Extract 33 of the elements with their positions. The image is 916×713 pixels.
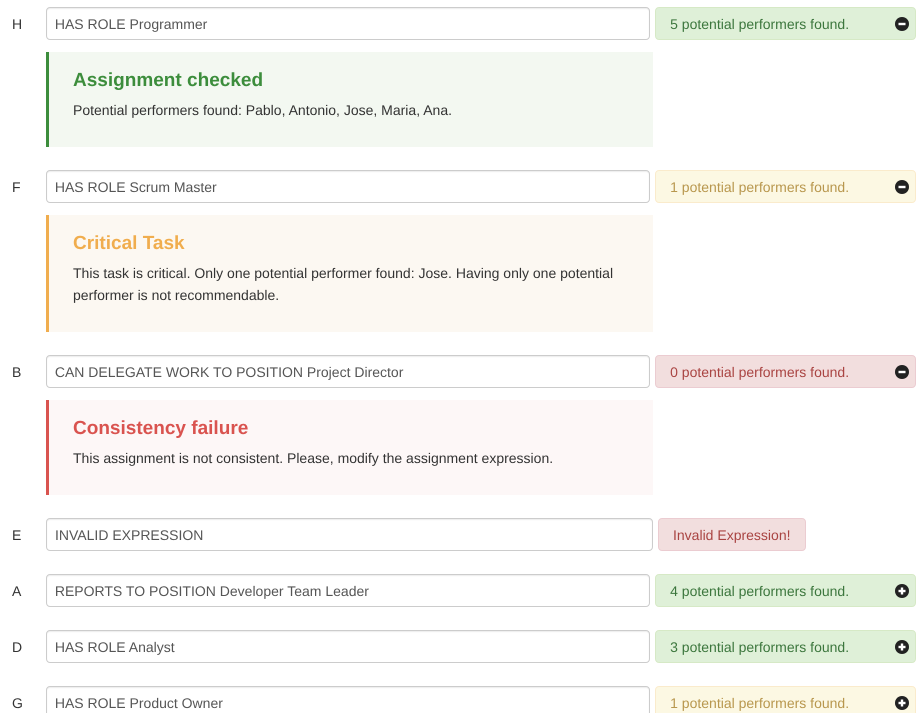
status-text: 5 potential performers found. xyxy=(670,16,850,32)
assignment-letter: F xyxy=(11,178,22,194)
collapse-icon[interactable] xyxy=(895,364,909,378)
collapse-icon[interactable] xyxy=(895,16,909,30)
expression-field[interactable]: HAS ROLE Programmer xyxy=(46,7,650,40)
expression-field[interactable]: HAS ROLE Analyst xyxy=(46,630,650,663)
assignment-letter: H xyxy=(11,16,24,32)
assignment-letter: D xyxy=(11,638,24,654)
expression-field[interactable]: HAS ROLE Scrum Master xyxy=(46,170,650,203)
callout-text: This assignment is not consistent. Please, modify the assignment expression. xyxy=(73,449,554,468)
status-text: 3 potential performers found. xyxy=(670,638,850,654)
expression-field[interactable]: CAN DELEGATE WORK TO POSITION Project Director xyxy=(46,355,650,388)
status-text: 1 potential performers found. xyxy=(670,694,850,710)
status-text: 1 potential performers found. xyxy=(670,178,850,194)
expression-field[interactable]: HAS ROLE Product Owner xyxy=(46,686,650,713)
status-text: Invalid Expression! xyxy=(673,526,791,542)
expand-icon[interactable] xyxy=(895,696,909,710)
callout-title: Critical Task xyxy=(73,232,186,256)
status-text: 0 potential performers found. xyxy=(670,364,850,380)
expression-field[interactable]: INVALID EXPRESSION xyxy=(46,518,653,551)
expression-field[interactable]: REPORTS TO POSITION Developer Team Leader xyxy=(46,574,650,607)
assignment-letter: B xyxy=(11,364,22,380)
callout-title: Assignment checked xyxy=(73,69,264,93)
callout-text: Potential performers found: Pablo, Antonio, Jose, Maria, Ana. xyxy=(73,101,453,120)
status-text: 4 potential performers found. xyxy=(670,582,850,598)
collapse-icon[interactable] xyxy=(895,180,909,194)
callout-title: Consistency failure xyxy=(73,417,250,441)
expand-icon[interactable] xyxy=(895,640,909,654)
expand-icon[interactable] xyxy=(895,584,909,598)
assignment-letter: E xyxy=(11,526,22,542)
assignment-letter: A xyxy=(11,582,22,598)
assignment-letter: G xyxy=(11,694,24,710)
callout-text: This task is critical. Only one potential performer found: Jose. Having only one potential performer is not recommendable. xyxy=(73,264,614,305)
